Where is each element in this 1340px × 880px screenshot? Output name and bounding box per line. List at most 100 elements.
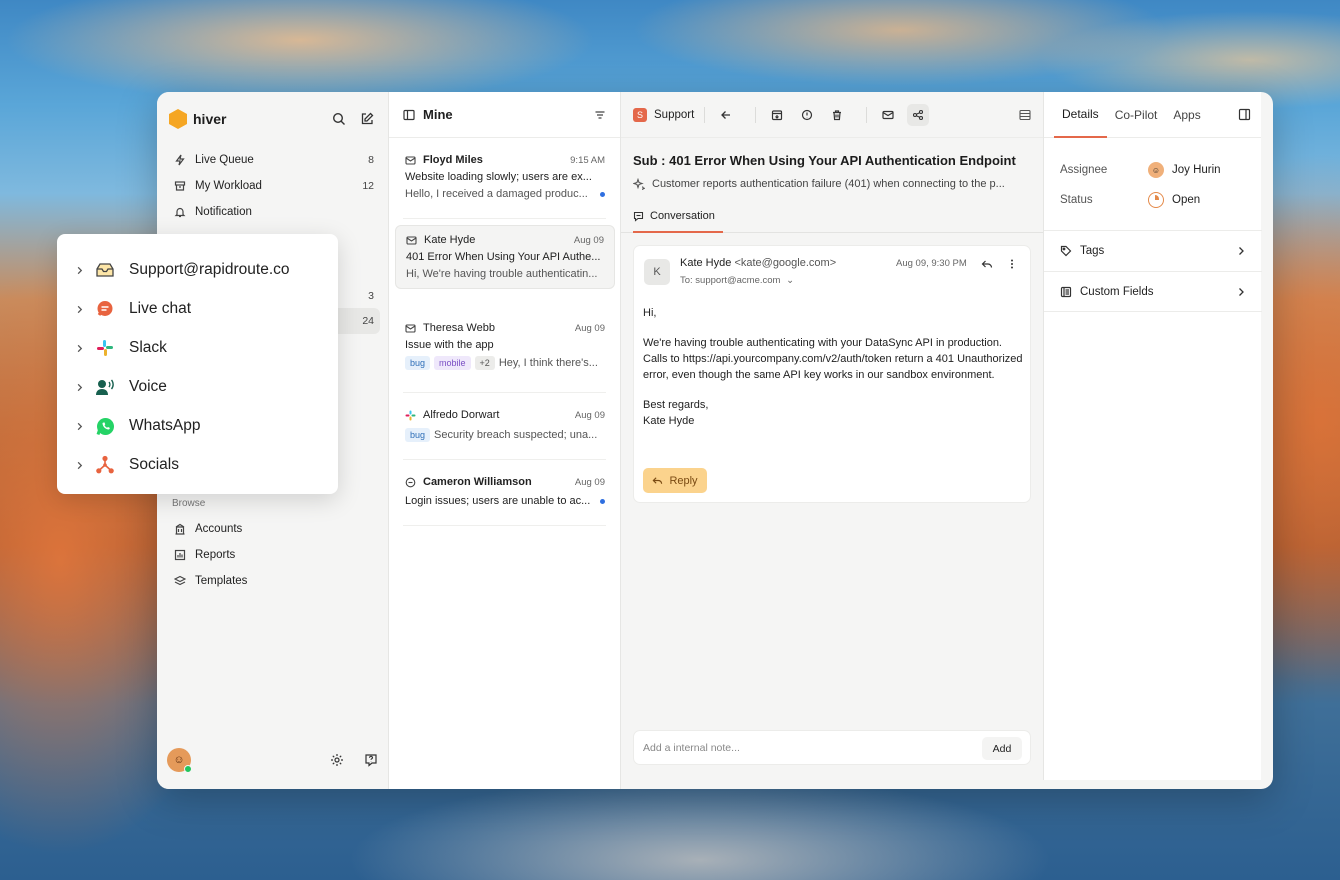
tab-co-pilot[interactable]: Co-Pilot [1107,92,1166,138]
channel-item-support-email[interactable]: Support@rapidroute.co [75,257,290,283]
item-preview: Hello, I received a damaged produc... [405,188,588,200]
conversation-subject: Sub : 401 Error When Using Your API Auth… [633,153,1016,168]
item-preview: Hi, We're having trouble authenticatin..… [406,268,598,280]
list-item[interactable]: Kate Hyde Aug 09 401 Error When Using Yo… [395,225,615,289]
channel-item-live-chat[interactable]: Live chat [75,296,191,322]
reply-icon[interactable] [978,255,996,273]
archive-icon[interactable] [766,104,788,126]
inbox-name[interactable]: Support [654,109,694,121]
more-vertical-icon[interactable] [1003,255,1021,273]
tab-conversation[interactable]: Conversation [633,201,723,233]
sidebar-item-templates[interactable]: Templates [165,568,380,594]
chevron-right-icon [75,266,87,275]
sidebar-item-label: Accounts [195,523,243,535]
channel-label: Slack [129,339,167,356]
sidebar-item-count: 24 [362,315,374,327]
chevron-right-icon [1236,246,1246,256]
divider [403,392,606,393]
tags-label: Tags [1080,245,1105,257]
item-time: Aug 09 [574,322,605,334]
list-item[interactable]: Floyd Miles 9:15 AM Website loading slow… [395,146,615,208]
layers-icon [173,574,187,588]
browse-section-label: Browse [172,498,206,509]
conversation-panel: S Support Sub : 401 Error When Using You… [621,92,1043,789]
channel-label: Live chat [129,300,192,317]
sidebar-item-label: Live Queue [195,154,254,166]
email-signoff: Best regards, [643,399,709,411]
inbox-stack-icon [173,179,187,193]
sender-avatar: K [644,259,670,285]
channel-label: Voice [129,378,167,395]
tab-apps[interactable]: Apps [1165,92,1208,138]
logo: hiver [169,109,226,129]
search-icon[interactable] [330,110,348,128]
status-label: Status [1060,194,1093,206]
help-icon[interactable] [362,751,380,769]
internal-note-input[interactable]: Add a internal note... Add [633,730,1031,765]
tab-details[interactable]: Details [1054,92,1107,138]
channel-item-socials[interactable]: Socials [75,452,179,478]
sidebar-item-label: My Workload [195,180,262,192]
from-email: <kate@google.com> [734,257,837,269]
mail-icon[interactable] [877,104,899,126]
inbox-tray-icon [95,260,115,280]
email-to[interactable]: To: support@acme.com ⌄ [680,275,794,286]
channel-item-slack[interactable]: Slack [75,335,167,361]
filter-icon[interactable] [594,109,606,121]
list-item[interactable]: Cameron Williamson Aug 09 Login issues; … [395,468,615,515]
panel-collapse-icon[interactable] [1238,108,1251,121]
status-value[interactable]: Open [1148,192,1200,208]
chevron-right-icon [75,461,87,470]
gear-icon[interactable] [328,751,346,769]
trash-icon[interactable] [826,104,848,126]
sidebar-item-count: 8 [368,154,374,166]
channel-item-voice[interactable]: Voice [75,374,167,400]
whatsapp-icon [95,416,115,436]
details-panel: Details Co-Pilot Apps Assignee ☺ Joy Hur… [1043,92,1262,780]
custom-fields-label: Custom Fields [1080,285,1154,298]
reply-button[interactable]: Reply [643,468,707,493]
sidebar-item-reports[interactable]: Reports [165,542,380,568]
hiver-logo-icon [169,109,187,129]
item-subject: Login issues; users are unable to ac... [405,495,591,507]
add-note-button[interactable]: Add [982,737,1022,760]
ai-summary: Customer reports authentication failure … [633,178,1033,190]
logo-text: hiver [193,111,227,127]
tags-section[interactable]: Tags [1044,230,1262,271]
user-avatar[interactable]: ☺ [167,748,192,773]
tag-badge: mobile [434,356,471,370]
email-body: Hi, We're having trouble authenticating … [643,305,1025,429]
sidebar-item-live-queue[interactable]: Live Queue 8 [165,147,380,173]
sidebar-item-accounts[interactable]: Accounts [165,516,380,542]
share-icon[interactable] [907,103,930,126]
list-item[interactable]: Theresa Webb Aug 09 Issue with the app b… [395,314,615,378]
chat-bubble-icon [95,299,115,319]
back-arrow-icon[interactable] [715,104,737,126]
email-from: Kate Hyde <kate@google.com> [680,257,836,269]
reply-label: Reply [669,474,698,487]
assignee-value[interactable]: ☺ Joy Hurin [1148,162,1221,178]
note-placeholder: Add a internal note... [643,742,740,754]
divider [403,459,606,460]
tag-more-badge: +2 [474,356,495,370]
compose-icon[interactable] [358,110,376,128]
custom-fields-section[interactable]: Custom Fields [1044,271,1262,312]
tag-badge: bug [405,428,431,442]
list-item[interactable]: Alfredo Dorwart Aug 09 bug Security brea… [395,401,615,450]
sidebar-toggle-icon[interactable] [1019,109,1031,121]
sidebar-item-my-workload[interactable]: My Workload 12 [165,173,380,199]
bell-icon [173,205,187,219]
channel-label: Support@rapidroute.co [129,261,290,278]
panel-icon[interactable] [403,109,415,121]
email-icon [405,155,417,166]
reply-icon [652,477,663,484]
alert-circle-icon[interactable] [796,104,818,126]
item-time: Aug 09 [574,409,605,421]
item-time: Aug 09 [574,476,605,488]
channel-item-whatsapp[interactable]: WhatsApp [75,413,201,439]
email-greeting: Hi, [643,307,657,319]
email-paragraph: We're having trouble authenticating with… [643,337,1023,381]
item-time: Aug 09 [573,234,604,246]
sidebar-item-notification[interactable]: Notification [165,199,380,225]
tag-badge: bug [405,356,431,370]
